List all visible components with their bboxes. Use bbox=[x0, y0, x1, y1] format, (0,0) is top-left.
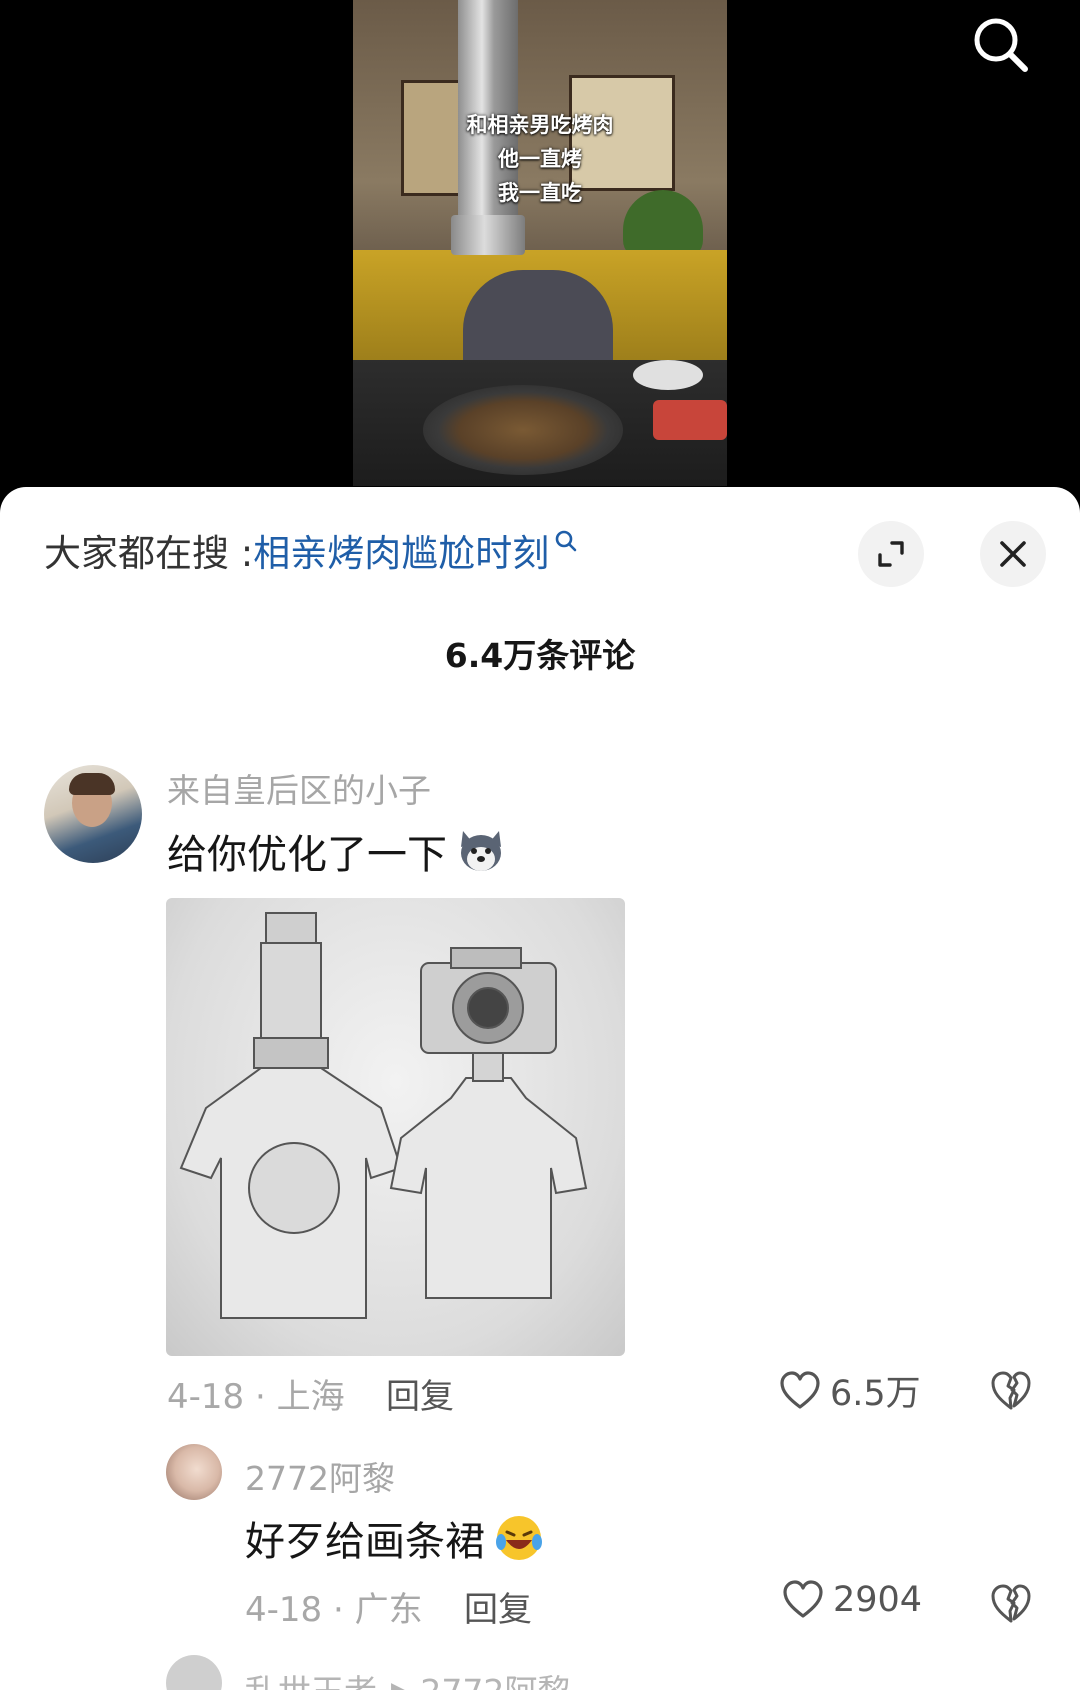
reply-arrow-icon: ▶ bbox=[391, 1677, 407, 1690]
reply-button[interactable]: 回复 bbox=[386, 1369, 454, 1418]
heart-icon bbox=[783, 1580, 823, 1618]
close-icon bbox=[1000, 541, 1026, 567]
caption-line: 他一直烤 bbox=[498, 147, 582, 171]
comment-date-location: 4-18 · 上海 bbox=[167, 1377, 345, 1417]
trending-search-term[interactable]: 相亲烤肉尴尬时刻 bbox=[253, 523, 549, 577]
comment-username-row[interactable]: 乱世王者 ▶ 2772阿黎 bbox=[245, 1665, 570, 1690]
broken-heart-icon[interactable] bbox=[988, 1368, 1034, 1414]
close-button[interactable] bbox=[980, 521, 1046, 587]
search-icon bbox=[555, 530, 577, 552]
comment-username[interactable]: 2772阿黎 bbox=[245, 1452, 395, 1500]
avatar[interactable] bbox=[166, 1655, 222, 1690]
exhaust-hood bbox=[451, 215, 525, 255]
trending-search-banner[interactable]: 大家都在搜 : 相亲烤肉尴尬时刻 bbox=[44, 525, 579, 575]
expand-icon bbox=[878, 541, 904, 567]
laughing-tears-emoji-icon bbox=[496, 1516, 542, 1560]
comment-username[interactable]: 乱世王者 bbox=[245, 1665, 377, 1690]
reply-to-username[interactable]: 2772阿黎 bbox=[420, 1665, 570, 1690]
meat-plate bbox=[653, 400, 727, 440]
caption-line: 我一直吃 bbox=[498, 181, 582, 205]
comment-text: 给你优化了一下 bbox=[167, 822, 507, 880]
like-count: 2904 bbox=[833, 1580, 923, 1620]
broken-heart-icon[interactable] bbox=[988, 1581, 1034, 1627]
comment-body: 给你优化了一下 bbox=[167, 832, 447, 878]
side-dish-plate bbox=[633, 360, 703, 390]
like-count: 6.5万 bbox=[830, 1374, 921, 1414]
comment-date-location: 4-18 · 广东 bbox=[245, 1590, 423, 1630]
caption-line: 和相亲男吃烤肉 bbox=[466, 113, 614, 137]
bbq-grill bbox=[423, 385, 623, 475]
video-caption: 和相亲男吃烤肉 他一直烤 我一直吃 bbox=[353, 108, 727, 210]
comment-count: 6.4万条评论 bbox=[444, 636, 636, 675]
comment-text: 好歹给画条裙 bbox=[245, 1509, 545, 1567]
avatar[interactable] bbox=[166, 1444, 222, 1500]
search-icon[interactable] bbox=[970, 14, 1032, 76]
like-button[interactable]: 6.5万 bbox=[778, 1365, 921, 1416]
husky-emoji-icon bbox=[461, 831, 501, 871]
pencil-drawing bbox=[179, 912, 588, 1319]
comment-sheet: 大家都在搜 : 相亲烤肉尴尬时刻 6.4万条评论 来自皇后区的小子 给你优化了一… bbox=[0, 487, 1080, 1690]
reply-button[interactable]: 回复 bbox=[464, 1582, 532, 1631]
avatar[interactable] bbox=[44, 765, 142, 863]
comment-username[interactable]: 来自皇后区的小子 bbox=[167, 764, 431, 812]
trending-search-prefix: 大家都在搜 : bbox=[44, 532, 254, 575]
video-frame[interactable]: 和相亲男吃烤肉 他一直烤 我一直吃 bbox=[353, 0, 727, 486]
heart-icon bbox=[780, 1370, 820, 1409]
comment-body: 好歹给画条裙 bbox=[245, 1519, 485, 1565]
like-button[interactable]: 2904 bbox=[781, 1578, 922, 1622]
avatar-hair bbox=[69, 773, 115, 795]
expand-button[interactable] bbox=[858, 521, 924, 587]
video-player[interactable]: 和相亲男吃烤肉 他一直烤 我一直吃 bbox=[0, 0, 1080, 500]
comment-image[interactable] bbox=[166, 898, 625, 1356]
